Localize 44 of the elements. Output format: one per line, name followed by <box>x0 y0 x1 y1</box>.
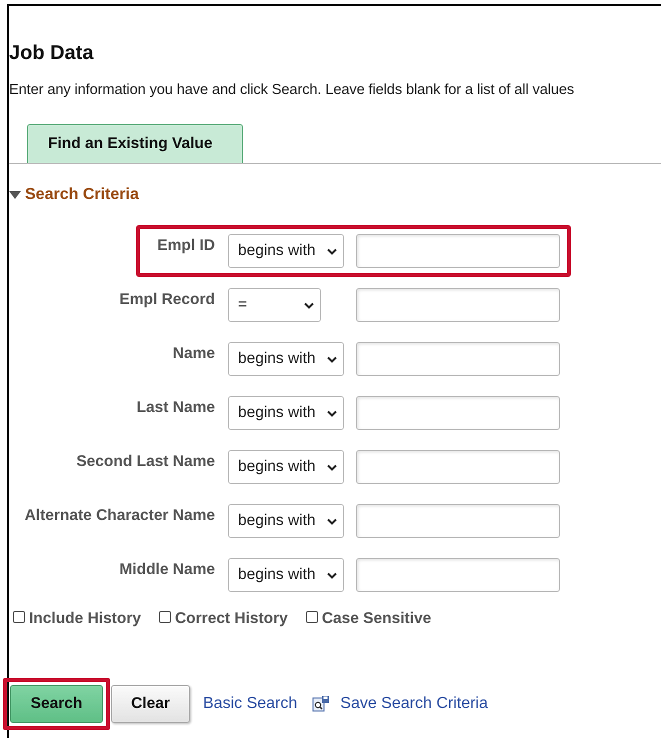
operator-dropdown[interactable]: begins with <box>228 396 344 430</box>
chevron-down-icon <box>327 356 337 362</box>
field-label: Empl ID <box>156 237 215 255</box>
checkbox-label: Case Sensitive <box>322 610 432 628</box>
triangle-icon[interactable] <box>9 191 21 199</box>
operator-dropdown[interactable]: begins with <box>228 342 344 376</box>
field-label: Alternate Character Name <box>24 507 215 525</box>
instruction-text: Enter any information you have and click Search. Leave fields blank for a list of all values <box>9 81 576 99</box>
basic-search-link[interactable]: Basic Search <box>203 695 298 713</box>
field-label: Middle Name <box>118 561 215 579</box>
field-label: Empl Record <box>118 291 215 309</box>
input-field[interactable] <box>356 450 560 484</box>
input-field[interactable] <box>356 342 560 376</box>
input-field[interactable] <box>356 288 560 322</box>
tab[interactable]: Find an Existing Value <box>27 124 243 163</box>
input-field[interactable] <box>356 504 560 538</box>
chevron-down-icon <box>327 248 337 254</box>
checkbox-label: Correct History <box>174 610 288 628</box>
section-heading[interactable]: Search Criteria <box>25 185 139 205</box>
chevron-down-icon <box>304 302 314 308</box>
operator-dropdown[interactable]: begins with <box>228 234 344 268</box>
field-label: Second Last Name <box>75 453 215 471</box>
field-label: Name <box>172 345 215 363</box>
input-field[interactable] <box>356 234 560 268</box>
document-search-icon[interactable] <box>312 695 330 713</box>
page-title: Job Data <box>9 41 95 65</box>
chevron-down-icon <box>327 572 337 578</box>
checkbox[interactable] <box>158 611 171 623</box>
chevron-down-icon <box>327 464 337 470</box>
operator-dropdown[interactable]: begins with <box>228 558 344 592</box>
chevron-down-icon <box>327 518 337 524</box>
checkbox-label: Include History <box>29 610 141 628</box>
search-button[interactable]: Search <box>10 685 103 723</box>
operator-dropdown[interactable]: = <box>228 288 321 322</box>
operator-dropdown[interactable]: begins with <box>228 450 344 484</box>
checkbox[interactable] <box>306 611 318 623</box>
operator-dropdown[interactable]: begins with <box>228 504 344 538</box>
input-field[interactable] <box>356 558 560 592</box>
save-search-criteria-link[interactable]: Save Search Criteria <box>340 695 488 713</box>
field-label: Last Name <box>136 399 215 417</box>
clear-button[interactable]: Clear <box>111 685 190 723</box>
chevron-down-icon <box>327 410 337 416</box>
checkbox[interactable] <box>13 611 25 623</box>
input-field[interactable] <box>356 396 560 430</box>
